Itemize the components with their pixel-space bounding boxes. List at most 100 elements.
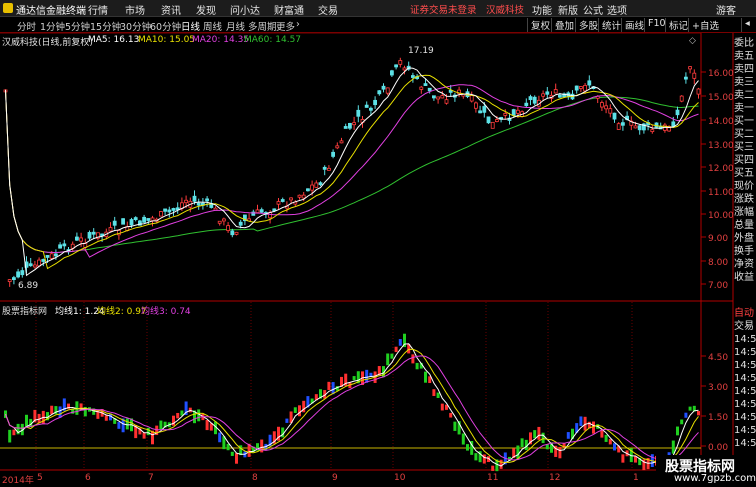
side-auto[interactable]: 自动 — [734, 307, 756, 320]
chart-settings-icon[interactable]: ◇ — [689, 36, 696, 46]
indicator-bar — [436, 392, 440, 399]
indicator-bar — [466, 444, 469, 451]
side-tick-time: 14:5 — [734, 425, 756, 436]
indicator-bar — [205, 420, 209, 431]
candle-body — [108, 227, 113, 232]
indicator-bar — [621, 454, 625, 463]
candle-body — [192, 195, 197, 202]
indicator-axis-label: 1.50 — [708, 413, 729, 423]
candle-body — [688, 66, 692, 70]
candle-body — [650, 129, 655, 133]
indicator-bar — [688, 406, 692, 411]
candle-body — [318, 182, 323, 186]
candle-body — [339, 140, 344, 144]
price-axis-label: 16.00 — [708, 69, 734, 79]
candle-body — [79, 237, 83, 242]
price-axis-label: 15.00 — [708, 93, 734, 103]
candle-body — [431, 95, 436, 99]
candle-body — [410, 75, 415, 78]
side-sell1: 卖一 — [734, 103, 754, 114]
candle-body — [368, 107, 373, 111]
indicator-bar — [79, 403, 83, 411]
candle-body — [305, 188, 310, 192]
candle-body — [532, 96, 537, 104]
indicator-bar — [298, 405, 301, 417]
indicator-bar — [125, 418, 129, 430]
indicator-title[interactable]: 股票指标网 — [2, 304, 47, 317]
side-net-assets: 净资 — [734, 259, 754, 270]
candle-body — [574, 85, 579, 91]
side-tick-time: 14:5 — [734, 347, 756, 358]
candle-body — [75, 236, 79, 241]
candle-body — [427, 87, 432, 92]
indicator-bar — [411, 354, 415, 364]
candle-body — [473, 102, 478, 109]
date-axis-label: 1 — [633, 473, 639, 483]
price-axis-label: 9.00 — [708, 234, 729, 244]
side-volume: 总量 — [734, 220, 754, 231]
side-change-pct: 涨幅 — [734, 207, 754, 218]
candle-body — [516, 109, 520, 114]
indicator-axis-label: 4.50 — [708, 353, 729, 363]
side-sell4: 卖四 — [734, 64, 754, 75]
candle-body — [146, 218, 151, 221]
indicator-bar — [352, 376, 356, 381]
ma60-label: MA60: 14.57 — [244, 35, 302, 45]
candle-body — [28, 263, 33, 267]
date-axis-label: 2014年 — [2, 476, 34, 486]
indicator-bar — [566, 432, 570, 439]
candle-body — [62, 243, 67, 247]
ma5-label: MA5: 16.13 — [88, 35, 140, 45]
candle-body — [234, 231, 239, 235]
candle-body — [310, 184, 315, 191]
candle-body — [545, 91, 550, 95]
candle-body — [600, 102, 604, 108]
candle-body — [583, 85, 587, 92]
indicator-bar — [579, 416, 583, 426]
candle-body — [352, 122, 357, 126]
indicator-bar — [684, 412, 688, 418]
indicator-bar — [440, 403, 444, 411]
candle-body — [16, 271, 21, 278]
date-axis-label: 9 — [332, 473, 338, 483]
indicator-bar — [432, 389, 436, 396]
candle-body — [490, 121, 495, 129]
kline-chart[interactable] — [0, 0, 756, 487]
candle-body — [436, 96, 441, 100]
candle-body — [637, 125, 642, 131]
indicator-bar — [390, 353, 394, 359]
indicator-bar — [676, 426, 679, 436]
candle-body — [37, 259, 41, 267]
candle-body — [142, 216, 147, 223]
candle-body — [579, 86, 583, 89]
side-sell5: 卖五 — [734, 51, 754, 62]
indicator-bar — [613, 443, 616, 451]
candle-body — [478, 110, 483, 114]
side-trade[interactable]: 交易 — [734, 320, 756, 333]
candle-body — [58, 244, 62, 249]
candle-body — [679, 95, 684, 102]
indicator-bar — [537, 426, 541, 440]
indicator-ma-line — [5, 355, 699, 461]
candle-body — [364, 104, 369, 108]
candle-body — [20, 270, 25, 276]
indicator-bar — [680, 419, 684, 425]
indicator-bar — [226, 443, 230, 451]
candle-body — [385, 87, 390, 94]
side-buy2: 买二 — [734, 129, 754, 140]
candle-body — [196, 202, 201, 206]
date-axis-label: 11 — [487, 473, 499, 483]
indicator-bar — [634, 456, 637, 463]
side-price: 现价 — [734, 181, 754, 192]
side-buy4: 买四 — [734, 155, 754, 166]
indicator-bar — [12, 429, 16, 436]
side-buy5: 买五 — [734, 168, 754, 179]
price-axis-label: 7.00 — [708, 281, 729, 291]
price-axis-label: 12.00 — [708, 164, 734, 174]
indicator-bar — [117, 422, 121, 429]
candle-body — [322, 166, 327, 170]
chart-title: 汉威科技(日线,前复权) — [2, 38, 93, 48]
candle-body — [587, 80, 592, 86]
candle-body — [604, 105, 608, 110]
side-weibi: 委比 — [734, 38, 754, 49]
